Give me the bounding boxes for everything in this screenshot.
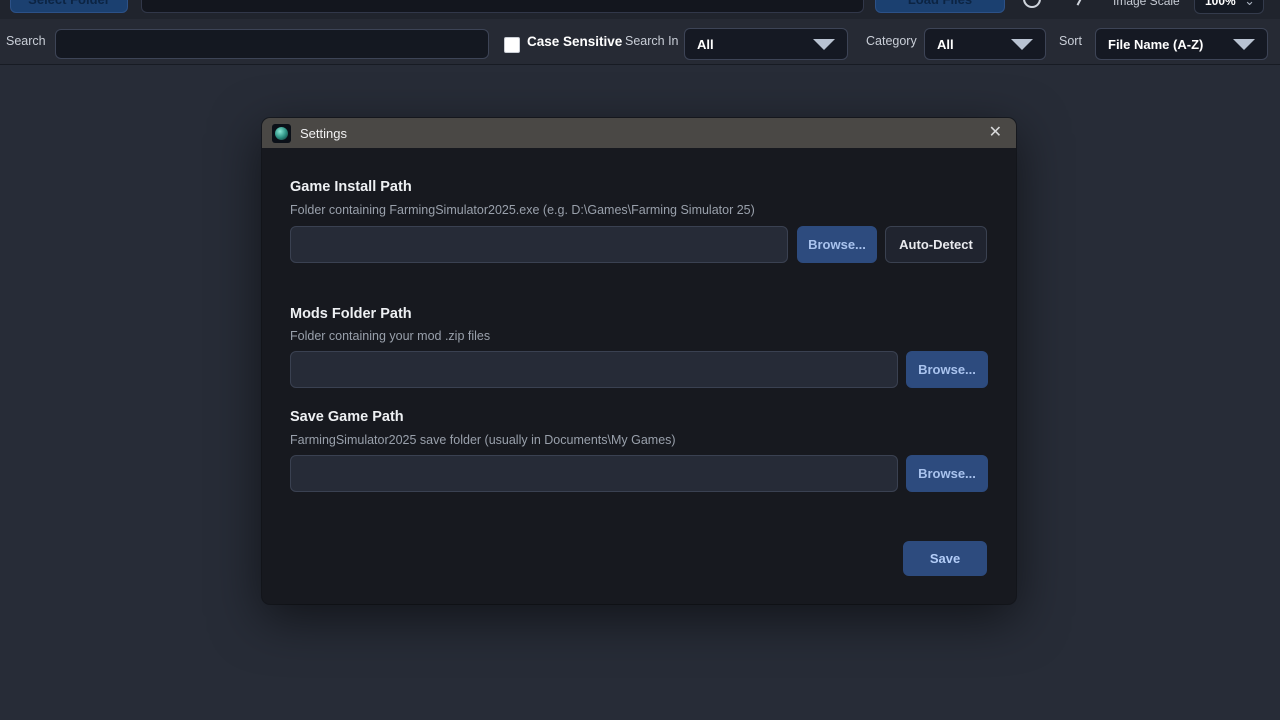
mods-folder-path-heading: Mods Folder Path xyxy=(290,306,412,322)
save-game-path-description: FarmingSimulator2025 save folder (usuall… xyxy=(290,433,676,447)
mods-folder-path-description: Folder containing your mod .zip files xyxy=(290,329,490,343)
case-sensitive-label[interactable]: Case Sensitive xyxy=(527,34,622,49)
folder-path-input[interactable] xyxy=(141,0,864,13)
search-input[interactable] xyxy=(55,29,489,59)
game-install-browse-button[interactable]: Browse... xyxy=(797,226,877,263)
load-files-button[interactable]: Load Files xyxy=(875,0,1005,13)
sort-select[interactable]: File Name (A-Z) xyxy=(1095,28,1268,60)
category-label: Category xyxy=(866,34,917,48)
save-game-browse-button[interactable]: Browse... xyxy=(906,455,988,492)
category-select[interactable]: All xyxy=(924,28,1046,60)
mods-folder-browse-button[interactable]: Browse... xyxy=(906,351,988,388)
sort-value: File Name (A-Z) xyxy=(1108,37,1203,52)
search-label: Search xyxy=(6,34,46,48)
search-in-value: All xyxy=(697,37,714,52)
help-icon[interactable] xyxy=(1077,0,1086,6)
dropdown-arrow-icon xyxy=(1011,39,1033,50)
filter-bar: Search Case Sensitive Search In All Cate… xyxy=(0,19,1280,65)
dialog-title: Settings xyxy=(300,126,347,141)
game-install-path-input[interactable] xyxy=(290,226,788,263)
case-sensitive-checkbox[interactable] xyxy=(504,37,520,53)
save-game-path-input[interactable] xyxy=(290,455,898,492)
search-in-label: Search In xyxy=(625,34,679,48)
game-install-path-heading: Game Install Path xyxy=(290,179,412,195)
sort-label: Sort xyxy=(1059,34,1082,48)
dropdown-arrow-icon xyxy=(1233,39,1255,50)
game-install-path-description: Folder containing FarmingSimulator2025.e… xyxy=(290,203,755,217)
top-toolbar: Select Folder Load Files Image Scale 100… xyxy=(0,0,1280,19)
settings-icon[interactable] xyxy=(1023,0,1041,8)
dropdown-arrow-icon xyxy=(813,39,835,50)
image-scale-label: Image Scale xyxy=(1113,0,1180,8)
settings-dialog-titlebar[interactable]: Settings ✕ xyxy=(262,118,1016,148)
select-folder-button[interactable]: Select Folder xyxy=(10,0,128,13)
image-scale-value: 100% xyxy=(1205,0,1236,8)
app-logo-icon xyxy=(272,124,291,143)
search-in-select[interactable]: All xyxy=(684,28,848,60)
auto-detect-button[interactable]: Auto-Detect xyxy=(885,226,987,263)
save-button[interactable]: Save xyxy=(903,541,987,576)
save-game-path-heading: Save Game Path xyxy=(290,409,404,425)
close-icon[interactable]: ✕ xyxy=(985,125,1006,141)
category-value: All xyxy=(937,37,954,52)
image-scale-select[interactable]: 100% ⌄ xyxy=(1194,0,1264,14)
chevron-down-icon: ⌄ xyxy=(1244,0,1255,5)
mods-folder-path-input[interactable] xyxy=(290,351,898,388)
app-logo-orb xyxy=(275,127,288,140)
settings-dialog: Settings ✕ Game Install Path Folder cont… xyxy=(262,118,1016,604)
